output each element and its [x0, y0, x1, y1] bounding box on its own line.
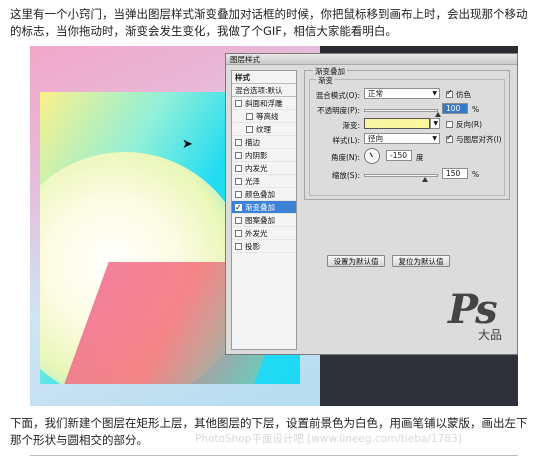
ps-logo-subtext: 大品	[478, 328, 503, 342]
angle-label: 角度(N):	[331, 153, 360, 162]
angle-dial-icon[interactable]	[364, 148, 380, 164]
style-item[interactable]: 渐变叠加	[232, 201, 296, 214]
style-item-checkbox[interactable]	[235, 243, 242, 250]
make-default-button[interactable]: 设置为默认值	[327, 255, 385, 267]
style-item-checkbox[interactable]	[235, 201, 242, 214]
style-item-checkbox[interactable]	[235, 217, 242, 224]
dropdown-arrow-icon: ▼	[432, 135, 437, 142]
intro-paragraph: 这里有一个小窍门，当弹出图层样式渐变叠加对话框的时候，你把鼠标移到画布上时，会出…	[10, 7, 528, 38]
blend-options-item[interactable]: 混合选项:默认	[232, 84, 296, 97]
gradient-overlay-section: 渐变叠加 渐变 混合模式(O): 正常▼ 仿色 不透明度(P): 100 %	[304, 66, 510, 200]
style-item[interactable]: 外发光	[232, 227, 296, 240]
style-label: 样式(L):	[332, 136, 360, 145]
style-item-checkbox[interactable]	[235, 100, 242, 107]
style-item-checkbox[interactable]	[235, 139, 242, 146]
style-item-label: 内阴影	[245, 151, 268, 160]
scale-label: 缩放(S):	[331, 171, 360, 180]
style-item[interactable]: 纹理	[232, 123, 296, 136]
angle-input[interactable]: -150	[386, 150, 412, 161]
style-item-checkbox[interactable]	[246, 126, 253, 133]
align-label: 与图层对齐(I)	[456, 135, 502, 144]
style-item-label: 渐变叠加	[245, 203, 275, 212]
style-item[interactable]: 颜色叠加	[232, 188, 296, 201]
opacity-slider[interactable]	[364, 109, 438, 112]
style-item[interactable]: 内阴影	[232, 149, 296, 162]
dither-label: 仿色	[456, 90, 471, 99]
style-item[interactable]: 光泽	[232, 175, 296, 188]
style-item[interactable]: 斜面和浮雕	[232, 97, 296, 110]
styles-list: 样式 混合选项:默认 斜面和浮雕等高线纹理描边内阴影内发光光泽颜色叠加渐变叠加图…	[231, 70, 297, 350]
subsection-title: 渐变	[316, 75, 335, 86]
style-item-label: 描边	[245, 138, 260, 147]
ps-logo: Ps 大品	[448, 286, 518, 346]
opacity-unit: %	[472, 105, 480, 114]
style-item-label: 内发光	[245, 164, 268, 173]
reverse-checkbox[interactable]: 反向(R)	[446, 119, 482, 130]
style-item[interactable]: 内发光	[232, 162, 296, 175]
style-item-label: 光泽	[245, 177, 260, 186]
style-item-label: 斜面和浮雕	[245, 99, 283, 108]
style-item[interactable]: 等高线	[232, 110, 296, 123]
gradient-subsection: 渐变 混合模式(O): 正常▼ 仿色 不透明度(P): 100 % 渐变	[309, 75, 505, 196]
opacity-input[interactable]: 100	[442, 103, 468, 114]
style-item[interactable]: 图案叠加	[232, 214, 296, 227]
style-item-checkbox[interactable]	[246, 113, 253, 120]
dither-checkbox[interactable]: 仿色	[446, 88, 471, 100]
divider	[30, 455, 518, 456]
style-item-label: 纹理	[256, 125, 271, 134]
gradient-picker-button[interactable]: ▼	[430, 118, 440, 129]
dither-check-icon	[446, 88, 453, 98]
opacity-slider-knob[interactable]	[435, 112, 441, 117]
style-item[interactable]: 投影	[232, 240, 296, 253]
style-item-label: 图案叠加	[245, 216, 275, 225]
reverse-check-icon	[446, 121, 453, 128]
reset-default-button[interactable]: 复位为默认值	[392, 255, 450, 267]
style-select[interactable]: 径向 ▼	[364, 133, 440, 144]
blend-mode-select[interactable]: 正常 ▼	[364, 88, 440, 99]
move-cursor-icon: ➤	[182, 137, 193, 152]
style-item[interactable]: 描边	[232, 136, 296, 149]
style-item-checkbox[interactable]	[235, 165, 242, 172]
blend-mode-label: 混合模式(O):	[315, 91, 360, 100]
angle-unit: 度	[416, 153, 424, 162]
blend-mode-value: 正常	[368, 89, 383, 98]
style-item-checkbox[interactable]	[235, 178, 242, 185]
style-item-label: 外发光	[245, 229, 268, 238]
opacity-label: 不透明度(P):	[317, 106, 360, 115]
dropdown-arrow-icon: ▼	[432, 90, 437, 97]
style-item-checkbox[interactable]	[235, 152, 242, 159]
gradient-label: 渐变:	[342, 121, 360, 130]
style-item-label: 颜色叠加	[245, 190, 275, 199]
align-check-icon	[446, 133, 453, 143]
watermark: PhotoShop平面设计吧 [www.lineeg.com/tieba/178…	[195, 433, 462, 445]
gradient-swatch[interactable]	[364, 118, 430, 129]
scale-slider-knob[interactable]	[422, 177, 428, 182]
reverse-label: 反向(R)	[456, 120, 483, 129]
screenshot: ➤ 图层样式 样式 混合选项:默认 斜面和浮雕等高线纹理描边内阴影内发光光泽颜色…	[30, 46, 518, 406]
scale-unit: %	[472, 170, 480, 179]
dropdown-arrow-icon: ▼	[433, 120, 438, 127]
align-checkbox[interactable]: 与图层对齐(I)	[446, 133, 502, 145]
style-item-checkbox[interactable]	[235, 230, 242, 237]
scale-input[interactable]: 150	[442, 168, 468, 179]
style-item-checkbox[interactable]	[235, 191, 242, 198]
styles-header[interactable]: 样式	[232, 71, 296, 84]
style-item-label: 等高线	[256, 112, 279, 121]
style-value: 径向	[368, 134, 383, 143]
style-item-label: 投影	[245, 242, 260, 251]
dialog-title: 图层样式	[226, 54, 517, 65]
